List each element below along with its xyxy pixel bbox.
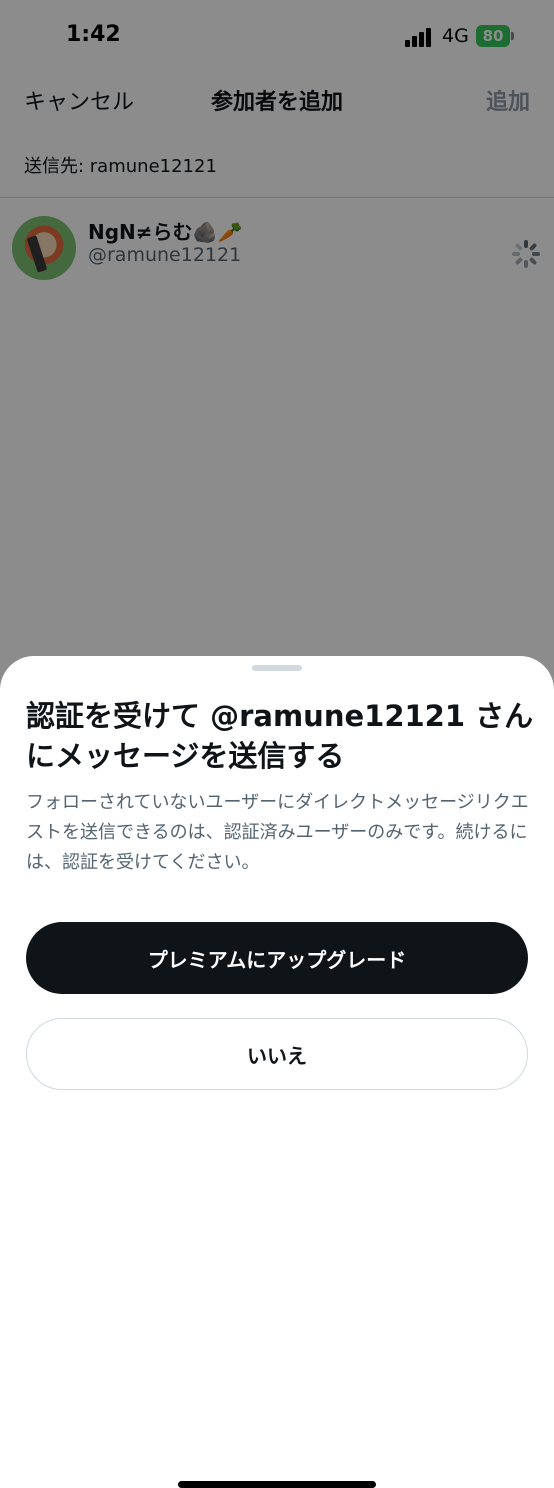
decline-button[interactable]: いいえ bbox=[26, 1018, 528, 1090]
sheet-title: 認証を受けて @ramune12121 さんにメッセージを送信する bbox=[26, 699, 534, 773]
upgrade-premium-button[interactable]: プレミアムにアップグレード bbox=[26, 922, 528, 994]
sheet-description: フォローされていないユーザーにダイレクトメッセージリクエストを送信できるのは、認… bbox=[26, 792, 529, 873]
verification-bottom-sheet: 認証を受けて @ramune12121 さんにメッセージを送信する フォローされ… bbox=[0, 656, 554, 1488]
home-indicator bbox=[178, 1481, 376, 1488]
sheet-grabber[interactable] bbox=[252, 665, 302, 671]
